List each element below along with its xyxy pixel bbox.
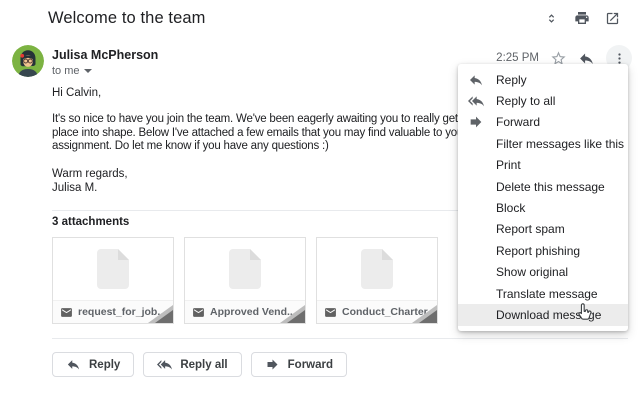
attachment-card[interactable]: Conduct_Charter: [316, 237, 438, 324]
menu-item-label: Delete this message: [496, 180, 605, 194]
menu-item-show-original[interactable]: Show original: [458, 262, 628, 283]
reply-all-icon: [157, 357, 172, 372]
fold-corner: [155, 310, 173, 323]
body-line: It's so nice to have you join the team. …: [52, 113, 487, 127]
menu-item-filter-messages[interactable]: Filter messages like this: [458, 133, 628, 154]
recipient-label: to me: [52, 65, 80, 77]
menu-item-download-message[interactable]: Download message: [458, 304, 628, 325]
reply-icon: [468, 72, 489, 88]
attachments-actions-divider: [52, 338, 628, 339]
envelope-icon: [60, 306, 73, 319]
menu-item-label: Forward: [496, 115, 540, 129]
menu-item-label: Translate message: [496, 287, 598, 301]
menu-item-label: Show original: [496, 265, 568, 279]
sender-name: Julisa McPherson: [52, 48, 158, 62]
envelope-icon: [324, 306, 337, 319]
hand-cursor: [573, 302, 595, 329]
context-menu: Reply Reply to all Forward Filter messag…: [458, 64, 628, 331]
menu-item-report-phishing[interactable]: Report phishing: [458, 240, 628, 261]
forward-icon: [468, 114, 489, 130]
body-line: place into shape. Below I've attached a …: [52, 127, 487, 141]
forward-button-label: Forward: [288, 359, 333, 371]
expand-all-icon[interactable]: [544, 11, 559, 26]
attachment-card[interactable]: Approved Vend...: [184, 237, 306, 324]
menu-item-label: Report spam: [496, 222, 565, 236]
attachment-card[interactable]: request_for_job..: [52, 237, 174, 324]
document-icon: [229, 249, 261, 294]
menu-item-reply[interactable]: Reply: [458, 69, 628, 90]
menu-item-block[interactable]: Block: [458, 197, 628, 218]
forward-button[interactable]: Forward: [251, 352, 347, 377]
message-toolbar: [544, 10, 620, 26]
menu-item-print[interactable]: Print: [458, 155, 628, 176]
gmail-message-view: Welcome to the team: [0, 0, 640, 403]
reply-button[interactable]: Reply: [52, 352, 134, 377]
email-subject: Welcome to the team: [48, 9, 206, 28]
email-closing: Warm regards,: [52, 168, 128, 180]
menu-item-forward[interactable]: Forward: [458, 112, 628, 133]
menu-item-reply-to-all[interactable]: Reply to all: [458, 90, 628, 111]
document-icon: [97, 249, 129, 294]
timestamp: 2:25 PM: [496, 52, 539, 64]
menu-item-report-spam[interactable]: Report spam: [458, 219, 628, 240]
email-body: It's so nice to have you join the team. …: [52, 113, 487, 154]
menu-item-delete[interactable]: Delete this message: [458, 176, 628, 197]
menu-item-label: Reply to all: [496, 94, 555, 108]
reply-all-button-label: Reply all: [180, 359, 227, 371]
reply-button-label: Reply: [89, 359, 120, 371]
envelope-icon: [192, 306, 205, 319]
menu-item-translate-message[interactable]: Translate message: [458, 283, 628, 304]
fold-corner: [419, 310, 437, 323]
forward-icon: [265, 357, 280, 372]
menu-item-label: Print: [496, 158, 521, 172]
sender-avatar: [12, 45, 44, 77]
body-line: assignment. Do let me know if you have a…: [52, 140, 487, 154]
menu-item-label: Block: [496, 201, 525, 215]
reply-all-button[interactable]: Reply all: [143, 352, 241, 377]
attachments-row: request_for_job.. Approved Vend...: [52, 237, 438, 324]
attachments-count: 3 attachments: [52, 216, 129, 228]
menu-item-label: Filter messages like this: [496, 137, 624, 151]
fold-corner: [287, 310, 305, 323]
menu-item-label: Reply: [496, 73, 527, 87]
reply-icon: [66, 357, 81, 372]
menu-item-label: Report phishing: [496, 244, 580, 258]
footer-actions: Reply Reply all Forward: [52, 352, 347, 377]
document-icon: [361, 249, 393, 294]
recipient-details-toggle[interactable]: to me: [52, 65, 92, 77]
open-in-new-icon[interactable]: [605, 11, 620, 26]
email-greeting: Hi Calvin,: [52, 87, 101, 99]
print-icon[interactable]: [574, 10, 590, 26]
reply-all-icon: [468, 93, 489, 109]
email-signature: Julisa M.: [52, 182, 97, 194]
chevron-down-icon: [84, 69, 92, 73]
